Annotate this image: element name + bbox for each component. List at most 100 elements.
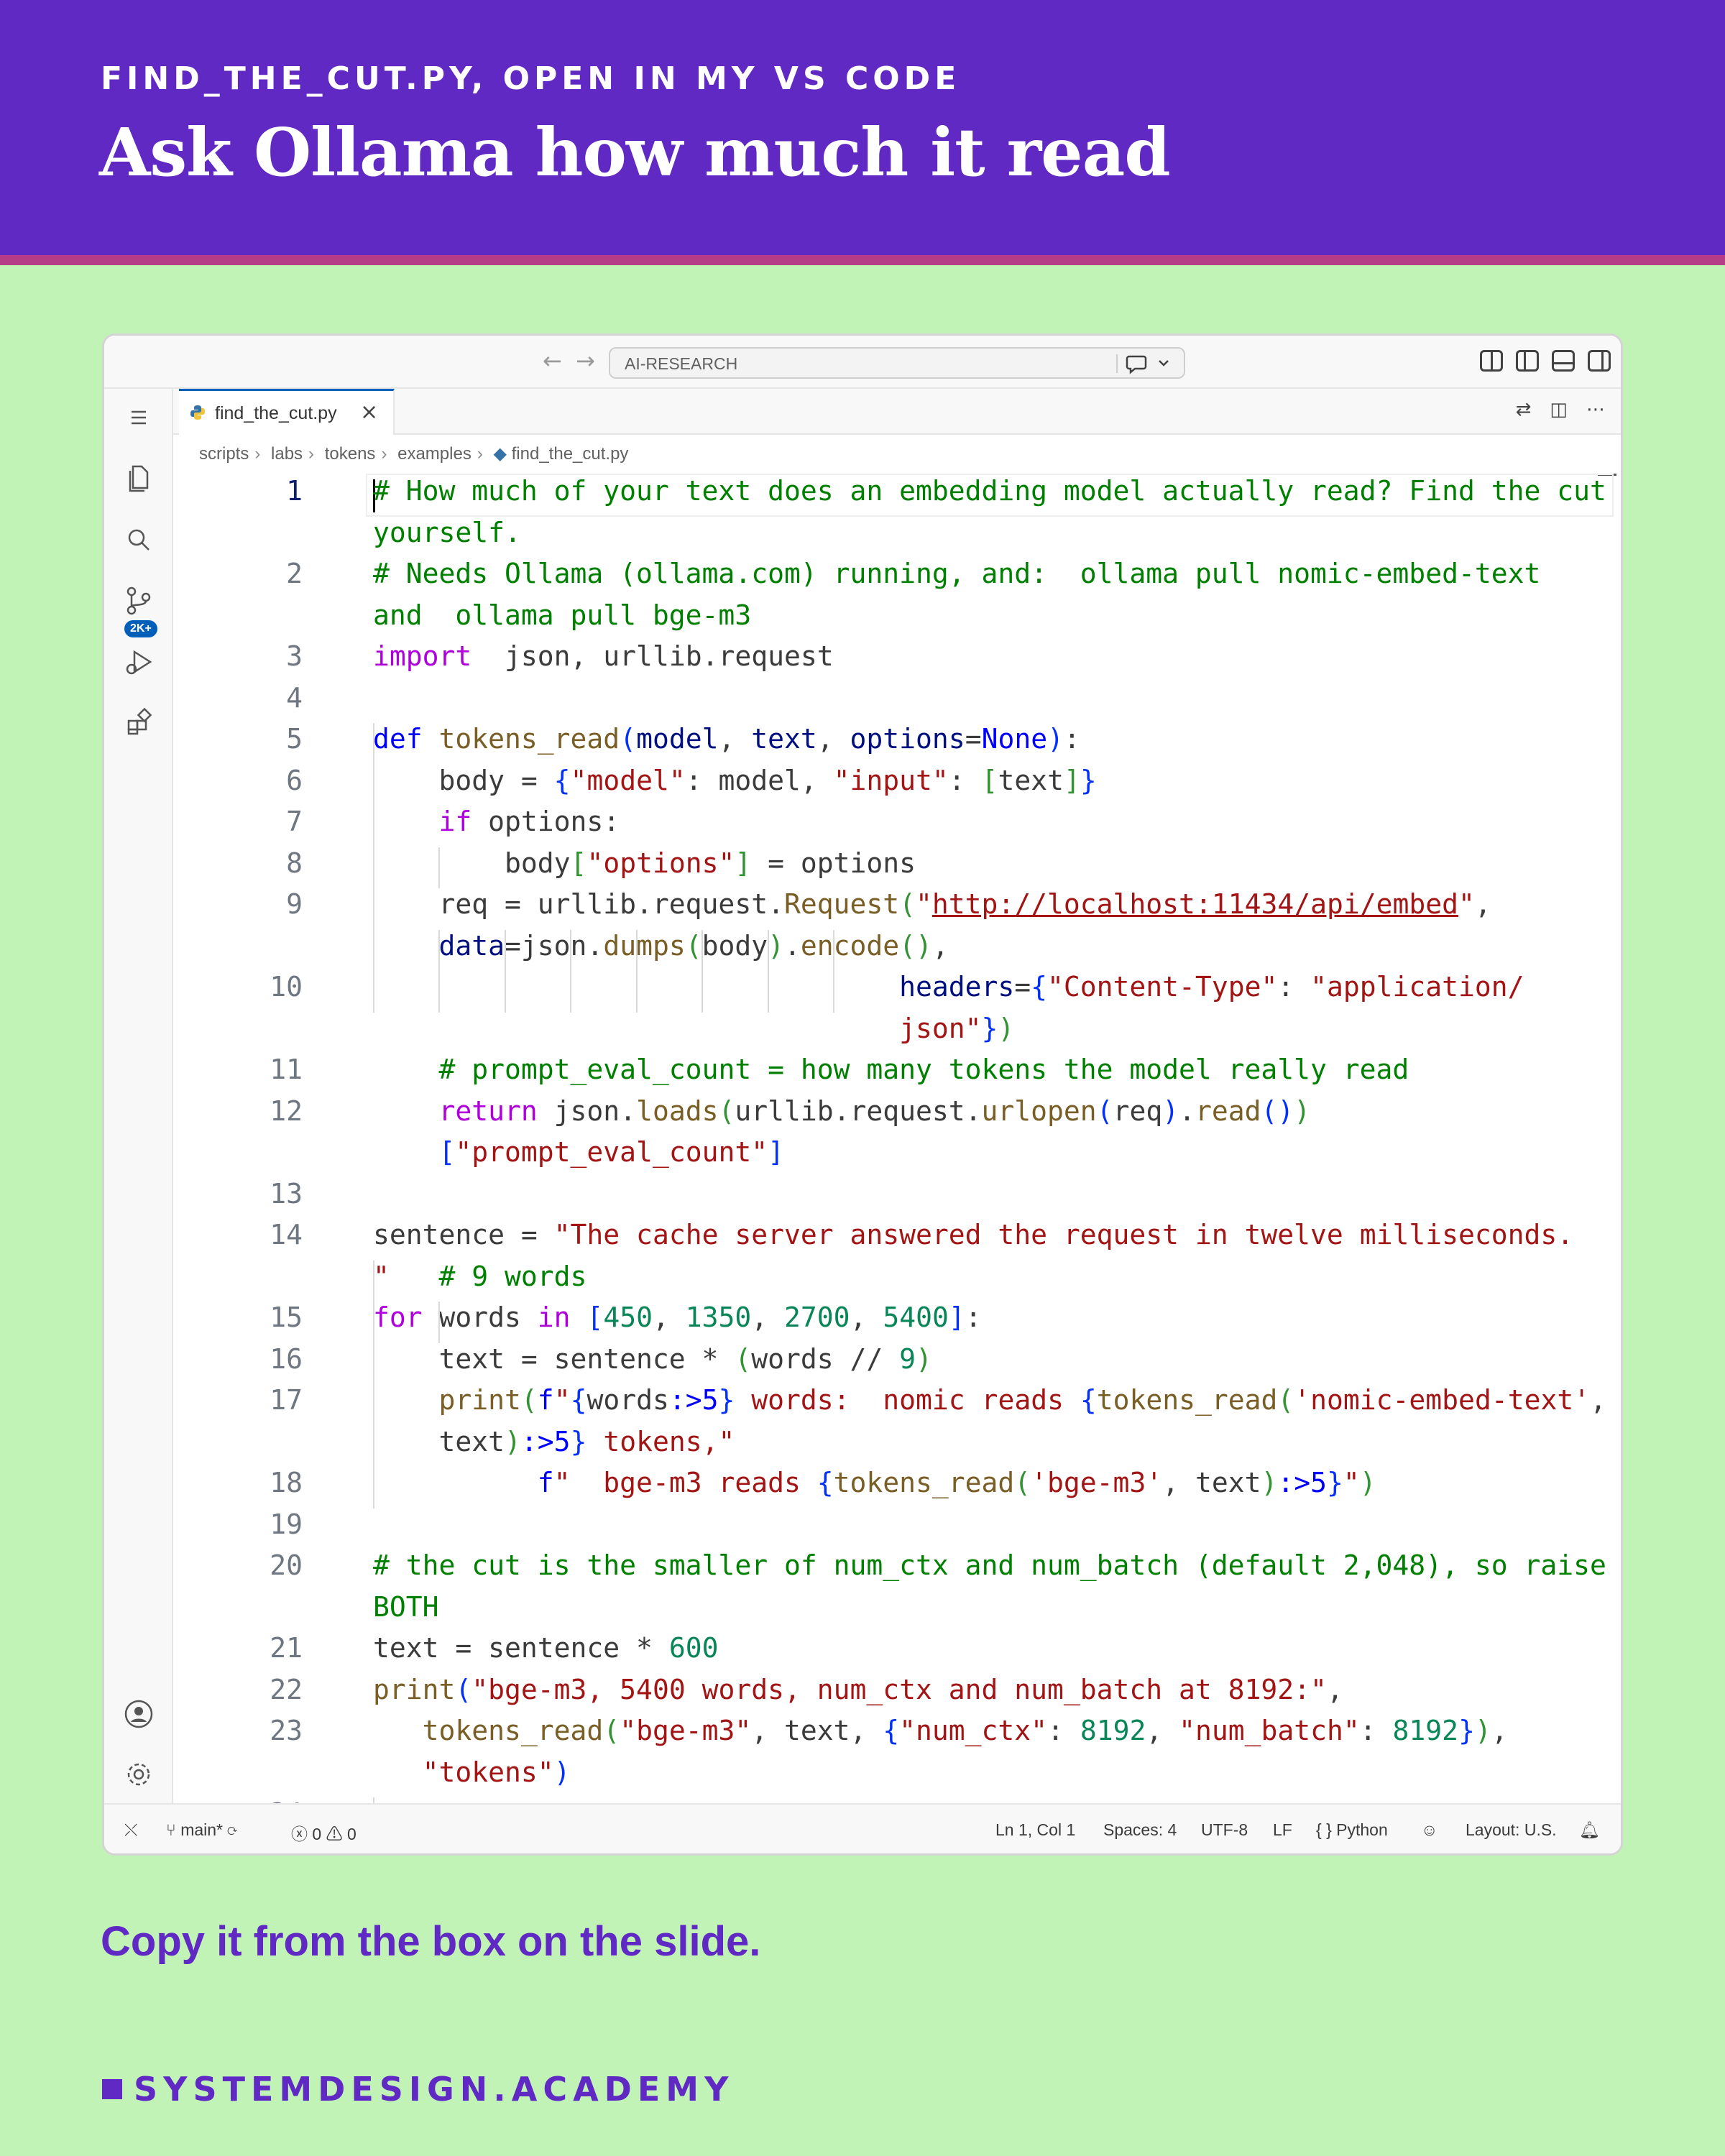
line-number[interactable]: 3 [216,640,303,672]
code-line[interactable]: sentence = "The cache server answered th… [373,1219,1573,1250]
line-number[interactable]: 4 [216,682,303,714]
code-line[interactable]: BOTH [373,1591,439,1623]
code-line[interactable]: text = sentence * (words // 9) [373,1343,932,1375]
split-editor-icon[interactable]: ◫ [1550,399,1568,420]
line-number[interactable]: 5 [216,723,303,755]
code-line[interactable]: text = sentence * 600 [373,1632,718,1664]
code-line[interactable]: body["options"] = options [373,847,916,879]
code-line[interactable]: headers={"Content-Type": "application/ [373,971,1524,1003]
run-and-debug-icon[interactable] [121,645,156,679]
code-token: sentence = [373,1219,554,1250]
code-line[interactable]: f" bge-m3 reads {tokens_read('bge-m3', t… [373,1467,1376,1498]
code-line[interactable]: req = urllib.request.Request("http://loc… [373,888,1491,920]
line-number[interactable]: 20 [216,1549,303,1581]
compare-changes-icon[interactable]: ⇄ [1516,399,1532,420]
line-number[interactable]: 10 [216,971,303,1003]
line-number[interactable]: 16 [216,1343,303,1375]
line-number[interactable]: 22 [216,1674,303,1705]
line-number[interactable]: 9 [216,888,303,920]
line-number[interactable]: 12 [216,1095,303,1127]
line-number[interactable]: 17 [216,1384,303,1416]
menu-icon[interactable] [121,400,156,435]
toggle-panel-icon[interactable] [1552,350,1575,372]
line-ending[interactable]: LF [1273,1820,1292,1840]
code-line[interactable]: for words in [450, 1350, 2700, 5400]: [373,1302,982,1333]
line-number[interactable]: 1 [216,475,303,507]
copilot-chat-icon[interactable] [1123,352,1174,375]
code-token: body [373,847,571,879]
remote-indicator-icon[interactable]: ⤬ [124,1820,137,1840]
code-line[interactable]: json"}) [373,1013,1014,1044]
breadcrumb-item[interactable]: scripts [199,444,249,464]
chevron-right-icon: › [254,444,261,464]
code-token: ) [1047,723,1064,755]
copilot-icon[interactable]: ☺ [1421,1820,1438,1840]
tab-find-the-cut[interactable]: find_the_cut.py × [179,389,395,435]
explorer-icon[interactable] [121,461,156,495]
code-token: , text, [751,1715,883,1746]
line-number[interactable]: 7 [216,806,303,837]
code-line[interactable]: " # 9 words [373,1261,586,1292]
code-line[interactable]: # Needs Ollama (ollama.com) running, and… [373,558,1540,589]
code-line[interactable]: # the cut is the smaller of num_ctx and … [373,1549,1606,1581]
extensions-icon[interactable] [121,705,156,740]
line-number[interactable]: 18 [216,1467,303,1498]
toggle-secondary-sidebar-icon[interactable] [1588,350,1611,372]
code-line[interactable]: and ollama pull bge-m3 [373,599,751,631]
search-icon[interactable] [121,522,156,557]
cursor-position[interactable]: Ln 1, Col 1 [995,1820,1075,1840]
line-number[interactable]: 19 [216,1508,303,1540]
more-actions-icon[interactable]: ⋯ [1586,399,1605,420]
line-number[interactable]: 21 [216,1632,303,1664]
code-line[interactable]: print(f"{words:>5} words: nomic reads {t… [373,1384,1606,1416]
language-mode[interactable]: { } Python [1316,1820,1388,1840]
encoding[interactable]: UTF-8 [1201,1820,1248,1840]
customize-layout-icon[interactable] [1480,350,1503,372]
tab-close-icon[interactable]: × [360,400,378,425]
command-center-search[interactable]: AI-RESEARCH [609,347,1185,379]
keyboard-layout[interactable]: Layout: U.S. [1466,1820,1557,1840]
indentation[interactable]: Spaces: 4 [1103,1820,1177,1840]
code-editor[interactable]: 1 # How much of your text does an embeddi… [173,472,1621,1805]
line-number[interactable]: 15 [216,1302,303,1333]
code-line[interactable]: print("bge-m3, 5400 words, num_ctx and n… [373,1674,1343,1705]
code-line[interactable]: def tokens_read(model, text, options=Non… [373,723,1080,755]
code-line[interactable]: import json, urllib.request [373,640,834,672]
back-arrow-icon[interactable]: ← [543,347,562,374]
line-number[interactable]: 6 [216,765,303,796]
code-line[interactable]: # prompt_eval_count = how many tokens th… [373,1054,1409,1085]
breadcrumb-item[interactable]: tokens [325,444,376,464]
code-token: ] [1063,764,1080,796]
line-number[interactable]: 23 [216,1715,303,1746]
forward-arrow-icon[interactable]: → [576,347,595,374]
code-token: { [1031,971,1048,1003]
code-line[interactable]: body = {"model": model, "input": [text]} [373,765,1097,796]
problems-indicator[interactable]: ⓧ 0 ⚠ 0 [291,1820,356,1845]
branch-indicator[interactable]: ⑂ main* ⟳ [166,1820,237,1840]
code-line[interactable]: # How much of your text does an embeddin… [373,475,1606,507]
toggle-primary-sidebar-icon[interactable] [1516,350,1539,372]
code-line[interactable]: if options: [373,806,620,837]
breadcrumb-item[interactable]: labs [271,444,303,464]
breadcrumb-item[interactable]: find_the_cut.py [512,444,629,464]
notifications-bell-icon[interactable]: 🔔︎ [1579,1820,1600,1840]
breadcrumb-item[interactable]: examples [397,444,472,464]
line-number[interactable]: 11 [216,1054,303,1085]
code-token: : [1047,1715,1080,1746]
line-number[interactable]: 8 [216,847,303,879]
line-number[interactable]: 13 [216,1178,303,1210]
account-icon[interactable] [121,1697,156,1731]
code-line[interactable]: "tokens") [373,1756,571,1788]
code-line[interactable]: tokens_read("bge-m3", text, {"num_ctx": … [373,1715,1508,1746]
code-line[interactable]: yourself. [373,517,521,548]
code-line[interactable]: text):>5} tokens," [373,1426,735,1457]
code-token: =json. [505,929,604,962]
code-line[interactable]: data=json.dumps(body).encode(), [373,930,949,962]
code-line[interactable]: return json.loads(urllib.request.urlopen… [373,1095,1311,1127]
source-control-icon[interactable] [121,583,156,617]
manage-gear-icon[interactable] [121,1757,156,1792]
line-number[interactable]: 2 [216,558,303,589]
line-number[interactable]: 14 [216,1219,303,1250]
code-line[interactable]: ["prompt_eval_count"] [373,1136,784,1168]
